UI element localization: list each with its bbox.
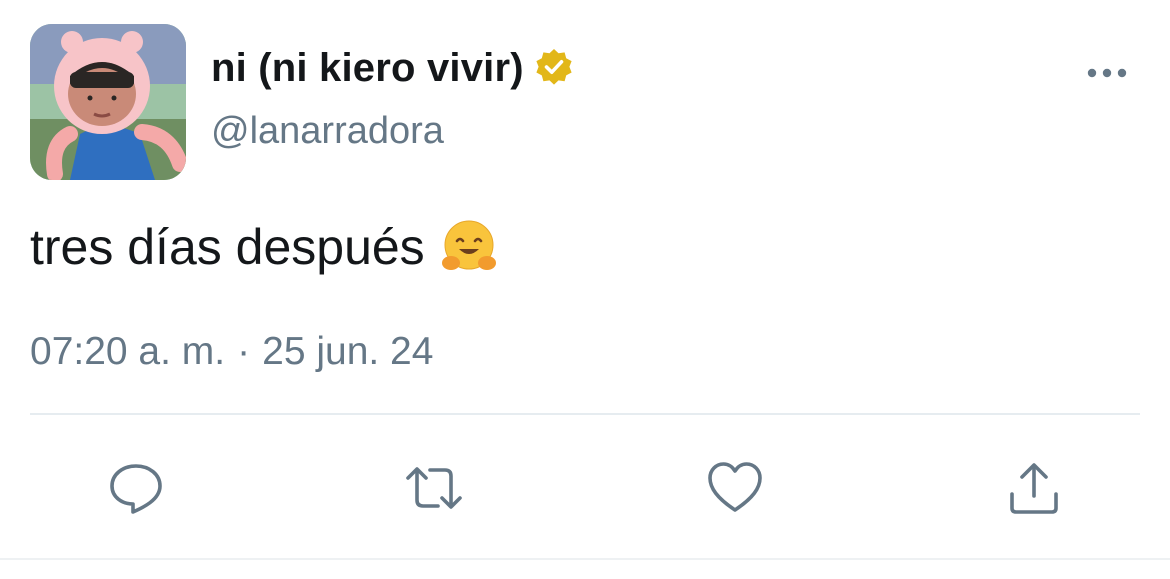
share-button[interactable] bbox=[1002, 456, 1066, 520]
cartoon-hat-avatar-icon bbox=[30, 24, 186, 180]
more-dots-icon bbox=[1087, 68, 1127, 78]
author-name-row: ni (ni kiero vivir) bbox=[211, 40, 575, 96]
author-handle[interactable]: @lanarradora bbox=[211, 110, 444, 153]
retweet-icon bbox=[406, 467, 462, 509]
avatar[interactable] bbox=[30, 24, 186, 180]
like-button[interactable] bbox=[703, 456, 767, 520]
display-name[interactable]: ni (ni kiero vivir) bbox=[211, 46, 524, 91]
share-icon bbox=[1010, 463, 1058, 514]
divider bbox=[30, 413, 1140, 415]
tweet-time[interactable]: 07:20 a. m. bbox=[30, 330, 225, 373]
more-options-button[interactable] bbox=[1082, 58, 1132, 88]
tweet-body: tres días después bbox=[30, 219, 425, 275]
heart-icon bbox=[708, 462, 762, 512]
tweet-timestamp: 07:20 a. m. · 25 jun. 24 bbox=[30, 330, 433, 374]
retweet-button[interactable] bbox=[402, 456, 466, 520]
tweet-card: ni (ni kiero vivir) @lanarradora tres dí… bbox=[0, 0, 1170, 579]
tweet-date[interactable]: 25 jun. 24 bbox=[262, 330, 433, 373]
verified-badge-icon bbox=[536, 49, 572, 85]
tweet-text: tres días después bbox=[30, 218, 497, 276]
hugging-face-emoji-icon bbox=[441, 220, 496, 270]
speech-bubble-icon bbox=[110, 464, 162, 514]
reply-button[interactable] bbox=[104, 456, 168, 520]
bottom-divider bbox=[0, 558, 1170, 560]
timestamp-separator: · bbox=[237, 330, 251, 373]
